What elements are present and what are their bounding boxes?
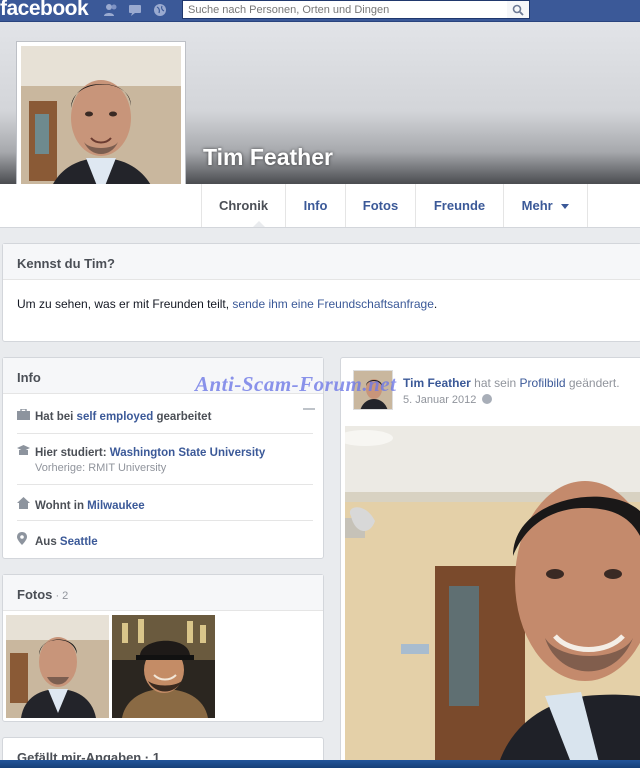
friends-icon[interactable] [103, 3, 119, 17]
active-tab-indicator [253, 221, 265, 227]
briefcase-icon [17, 408, 35, 423]
chevron-down-icon [561, 204, 570, 210]
friend-request-text: Um zu sehen, was er mit Freunden teilt, … [3, 280, 640, 328]
tab-chronik[interactable]: Chronik [202, 184, 286, 227]
post-date[interactable]: 5. Januar 2012 [403, 394, 476, 406]
post-meta: 5. Januar 2012 [403, 394, 493, 406]
profile-photo-image [21, 46, 181, 206]
profile-name[interactable]: Tim Feather [203, 144, 333, 171]
profile-tabs: Chronik Info Fotos Freunde Mehr [0, 184, 640, 228]
info-study-link[interactable]: Washington State University [110, 447, 266, 459]
info-study-previous: Vorherige: RMIT University [35, 462, 167, 474]
post-photo[interactable] [345, 426, 640, 768]
tab-mehr[interactable]: Mehr [504, 184, 588, 227]
info-from: Aus Seattle [17, 532, 313, 548]
post-author-link[interactable]: Tim Feather [403, 376, 471, 390]
post-profile-picture-link[interactable]: Profilbild [520, 376, 566, 390]
info-work-suffix: gearbeitet [153, 411, 212, 423]
post-photo-image [345, 426, 640, 768]
photo-thumb[interactable] [6, 615, 109, 718]
tab-fotos[interactable]: Fotos [346, 184, 416, 227]
photo-thumb-image [112, 615, 215, 718]
info-study: Hier studiert: Washington State Universi… [17, 445, 313, 474]
info-divider [17, 433, 313, 434]
info-lives-link[interactable]: Milwaukee [87, 500, 145, 512]
location-pin-icon [17, 532, 35, 548]
friend-request-period: . [433, 297, 438, 311]
info-divider [17, 520, 313, 521]
search-button[interactable] [507, 0, 530, 19]
friend-request-message: Um zu sehen, was er mit Freunden teilt, [17, 297, 233, 311]
post-action: hat sein [470, 376, 520, 390]
school-icon [17, 445, 35, 459]
info-lives: Wohnt in Milwaukee [17, 497, 313, 512]
search-input[interactable]: Suche nach Personen, Orten und Dingen [182, 0, 508, 19]
photos-card-title[interactable]: Fotos [17, 587, 52, 602]
photos-card-header: Fotos · 2 [3, 575, 323, 611]
search-icon [512, 4, 524, 16]
friend-request-card: Kennst du Tim? Um zu sehen, was er mit F… [2, 243, 640, 342]
info-lives-prefix: Wohnt in [35, 500, 88, 512]
info-work: Hat bei self employed gearbeitet [17, 408, 313, 423]
tab-info[interactable]: Info [286, 184, 346, 227]
os-taskbar [0, 760, 640, 768]
photos-count: · 2 [52, 590, 69, 602]
photos-card: Fotos · 2 [2, 574, 324, 722]
info-work-link[interactable]: self employed [77, 411, 154, 423]
timeline-post: Tim Feather hat sein Profilbild geändert… [340, 357, 640, 768]
messages-icon[interactable] [128, 3, 144, 17]
tab-mehr-label: Mehr [521, 198, 553, 213]
post-header: Tim Feather hat sein Profilbild geändert… [403, 376, 640, 390]
send-friend-request-link[interactable]: sende ihm eine Freundschaftsanfrage [232, 297, 433, 311]
globe-icon [482, 394, 493, 404]
info-from-link[interactable]: Seattle [60, 536, 98, 548]
facebook-logo[interactable]: facebook [0, 0, 89, 21]
info-divider [17, 484, 313, 485]
photo-thumb[interactable] [112, 615, 215, 718]
tab-freunde[interactable]: Freunde [416, 184, 504, 227]
top-bar: facebook Suche nach Personen, Orten und … [0, 0, 640, 22]
info-work-prefix: Hat bei [35, 411, 77, 423]
friend-request-title: Kennst du Tim? [3, 244, 640, 280]
post-action-end: geändert. [565, 376, 620, 390]
photo-thumb-image [6, 615, 109, 718]
watermark: Anti-Scam-Forum.net [195, 372, 397, 396]
info-from-prefix: Aus [35, 536, 60, 548]
tab-spacer [186, 184, 202, 227]
info-study-prefix: Hier studiert: [35, 447, 110, 459]
notifications-icon[interactable] [152, 3, 168, 17]
home-icon [17, 497, 35, 512]
